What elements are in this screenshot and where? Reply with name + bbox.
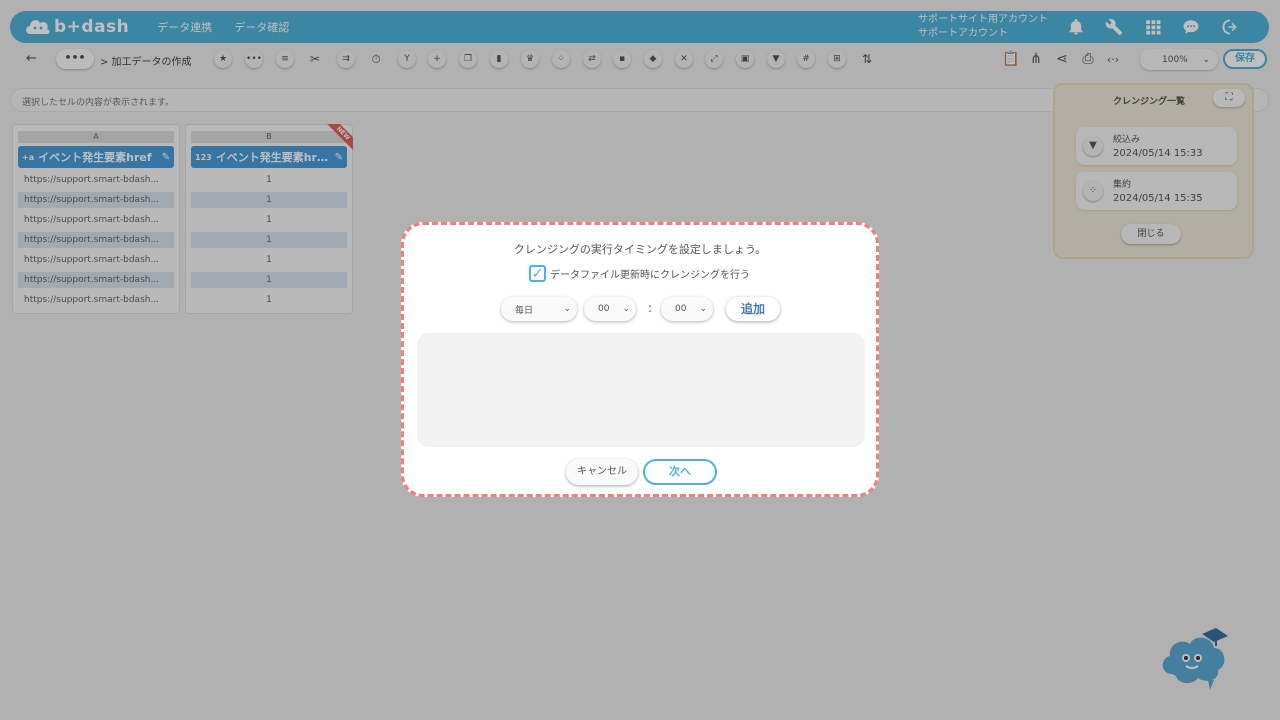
next-button[interactable]: 次へ (643, 459, 717, 485)
frequency-value: 毎日 (515, 305, 534, 316)
schedule-list (417, 333, 865, 447)
hour-value: 00 (598, 304, 610, 314)
hour-select[interactable]: 00 ⌄ (584, 297, 636, 321)
schedule-modal: クレンジングの実行タイミングを設定しましょう。 ✓ データファイル更新時にクレン… (401, 222, 879, 497)
update-trigger-checkbox[interactable]: ✓ (529, 265, 546, 282)
frequency-select[interactable]: 毎日 ⌄ (501, 297, 577, 321)
minute-select[interactable]: 00 ⌄ (661, 297, 713, 321)
chevron-down-icon: ⌄ (622, 304, 630, 314)
chevron-down-icon: ⌄ (563, 304, 571, 314)
modal-title: クレンジングの実行タイミングを設定しましょう。 (513, 243, 767, 256)
cancel-button[interactable]: キャンセル (566, 459, 638, 485)
update-trigger-label: データファイル更新時にクレンジングを行う (550, 270, 750, 281)
minute-value: 00 (675, 304, 687, 314)
update-trigger-row[interactable]: ✓ データファイル更新時にクレンジングを行う (529, 265, 750, 282)
time-separator: : (648, 301, 653, 315)
chevron-down-icon: ⌄ (699, 304, 707, 314)
add-schedule-button[interactable]: 追加 (726, 297, 780, 321)
